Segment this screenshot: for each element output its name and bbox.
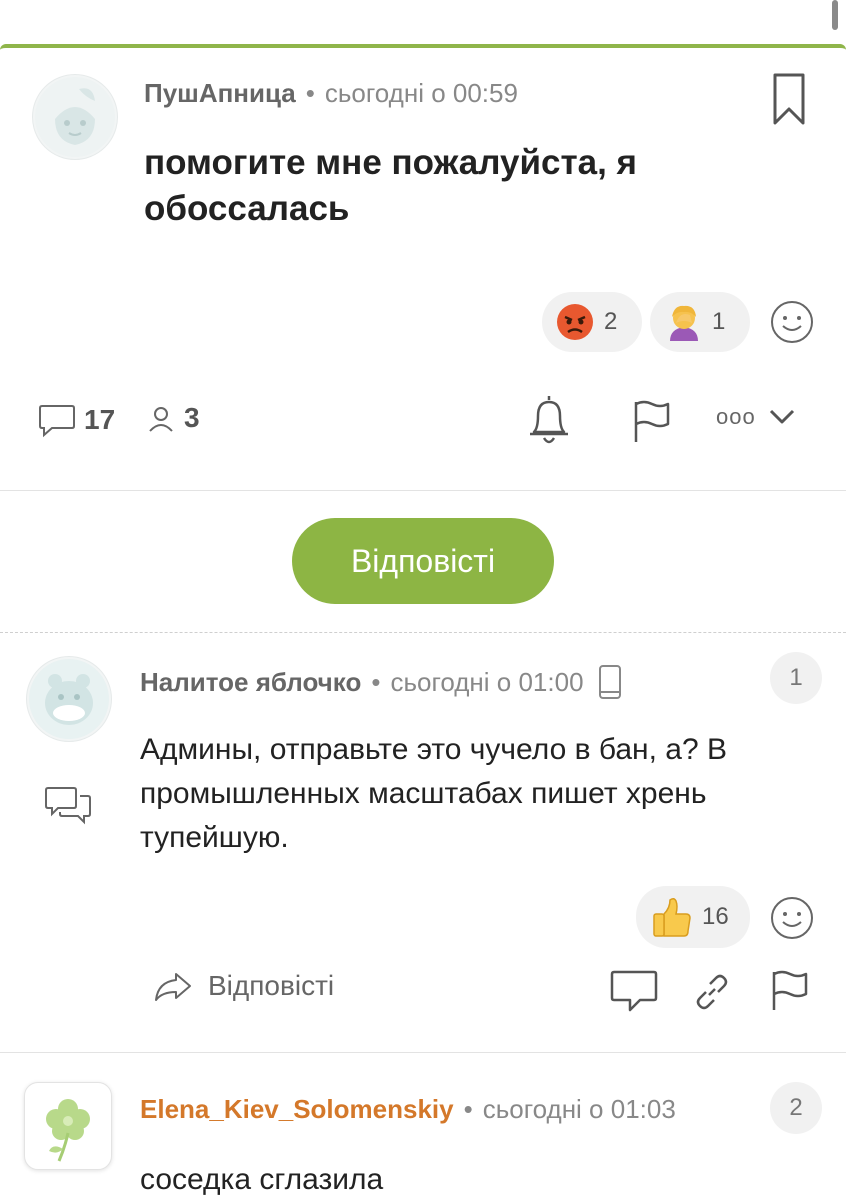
meta-separator: • [371, 666, 381, 697]
comment-author-avatar[interactable] [24, 1082, 112, 1170]
post-meta: ПушАпница • сьогодні о 00:59 [144, 78, 518, 109]
comment-number-badge[interactable]: 1 [770, 652, 822, 704]
add-reaction-smiley-icon[interactable] [770, 896, 814, 940]
reaction-count: 2 [604, 308, 618, 335]
clover-flower-icon [46, 1099, 90, 1162]
more-menu[interactable]: ooo [716, 404, 796, 430]
chevron-down-icon [769, 409, 794, 424]
comment-author[interactable]: Налитое яблочко [140, 667, 361, 698]
divider [0, 1052, 846, 1053]
comment-reply-link[interactable]: Відповісті [152, 970, 334, 1002]
comment-author-avatar[interactable] [26, 656, 112, 742]
comment-text: соседка сглазила [140, 1163, 384, 1196]
thumbs-up-emoji [650, 896, 692, 938]
comment-meta: Elena_Kiev_Solomenskiy • сьогодні о 01:03 [140, 1094, 676, 1125]
meta-separator: • [305, 78, 315, 108]
meta-separator: • [463, 1094, 473, 1124]
user-icon [149, 407, 173, 432]
participants-counter[interactable]: 3 [148, 402, 200, 434]
report-flag-icon[interactable] [770, 968, 810, 1012]
bookmark-icon[interactable] [772, 72, 806, 126]
reaction-angry[interactable]: 2 [542, 292, 642, 352]
comment-meta: Налитое яблочко • сьогодні о 01:00 [140, 664, 622, 700]
avatar-image [35, 77, 115, 157]
avatar-image [29, 659, 109, 739]
comments-counter[interactable]: 17 [38, 402, 115, 438]
report-flag-icon[interactable] [632, 398, 672, 444]
link-icon[interactable] [692, 972, 732, 1012]
facepalm-woman-emoji [664, 303, 702, 341]
reply-arrow-icon [155, 973, 191, 1001]
reaction-count: 16 [702, 903, 729, 930]
comment-number-badge[interactable]: 2 [770, 1082, 822, 1134]
comment-bubble-icon [39, 405, 75, 438]
post-author-avatar[interactable] [32, 74, 118, 160]
reply-button[interactable]: Відповісті [292, 518, 554, 604]
reaction-facepalm[interactable]: 1 [650, 292, 750, 352]
reply-label: Відповісті [208, 970, 335, 1001]
scrollbar[interactable] [832, 0, 838, 30]
reply-thread-icon[interactable] [44, 784, 92, 828]
mobile-phone-icon [598, 665, 621, 699]
participants-count: 3 [184, 402, 200, 433]
comment-icon[interactable] [610, 968, 658, 1012]
reaction-count: 1 [712, 308, 726, 335]
post-time: сьогодні о 00:59 [324, 78, 518, 108]
comment-time: сьогодні о 01:03 [482, 1094, 676, 1124]
angry-face-emoji [556, 303, 594, 341]
add-reaction-smiley-icon[interactable] [770, 300, 814, 344]
reaction-thumbs-up[interactable]: 16 [636, 886, 750, 948]
divider [0, 490, 846, 491]
bell-icon[interactable] [526, 392, 572, 448]
post-author[interactable]: ПушАпница [144, 78, 296, 108]
previous-content-fragment [120, 0, 480, 4]
comments-count: 17 [84, 404, 116, 435]
comment-text: Админы, отправьте это чучело в бан, а? В… [140, 733, 728, 854]
post-title[interactable]: помогите мне пожалуйста, я обоссалась [144, 140, 744, 232]
comment-author[interactable]: Elena_Kiev_Solomenskiy [140, 1094, 454, 1124]
comment-time: сьогодні о 01:00 [390, 666, 584, 697]
more-dots-icon: ooo [716, 404, 756, 429]
dotted-divider [0, 632, 846, 633]
